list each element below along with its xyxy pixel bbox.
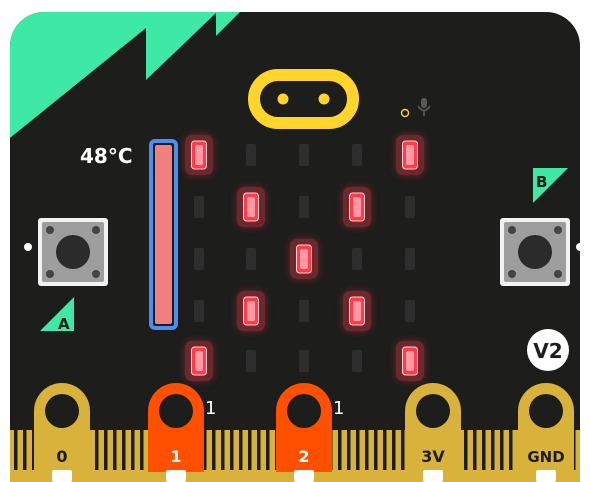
led (194, 300, 204, 322)
microbit-simulator: 48°C A B V2 0 1 1 2 1 3V GND (10, 12, 584, 482)
led (290, 239, 318, 279)
led (396, 341, 424, 381)
led (299, 300, 309, 322)
pin-gnd[interactable]: GND (518, 383, 574, 482)
led (194, 196, 204, 218)
pin-label: 0 (56, 447, 67, 466)
led (246, 350, 256, 372)
pin-label: GND (527, 448, 564, 466)
pin-2[interactable]: 2 (276, 383, 332, 482)
pin-value: 1 (205, 398, 216, 419)
led (352, 248, 362, 270)
version-badge: V2 (527, 329, 569, 371)
pin-1[interactable]: 1 (148, 383, 204, 482)
pin-label: 3V (421, 447, 445, 466)
button-a-label: A (58, 315, 70, 333)
led (396, 135, 424, 175)
pin-3v[interactable]: 3V (405, 383, 461, 482)
button-b-label: B (536, 173, 547, 191)
led (246, 248, 256, 270)
led (299, 350, 309, 372)
led (237, 187, 265, 227)
led (299, 144, 309, 166)
led (185, 341, 213, 381)
led (352, 350, 362, 372)
led (405, 300, 415, 322)
led (194, 248, 204, 270)
pin-0[interactable]: 0 (34, 383, 90, 482)
temperature-label: 48°C (80, 144, 133, 168)
pin-label: 2 (298, 447, 309, 466)
version-badge-label: V2 (533, 339, 562, 363)
led (246, 144, 256, 166)
button-b-hole-icon (576, 243, 584, 251)
led (405, 196, 415, 218)
led (299, 196, 309, 218)
led (405, 248, 415, 270)
led (185, 135, 213, 175)
led (343, 291, 371, 331)
led (352, 144, 362, 166)
led (237, 291, 265, 331)
button-a-hole-icon (24, 243, 32, 251)
led (343, 187, 371, 227)
pin-value: 1 (333, 398, 344, 419)
pin-label: 1 (170, 447, 181, 466)
temperature-slider[interactable] (149, 139, 178, 330)
